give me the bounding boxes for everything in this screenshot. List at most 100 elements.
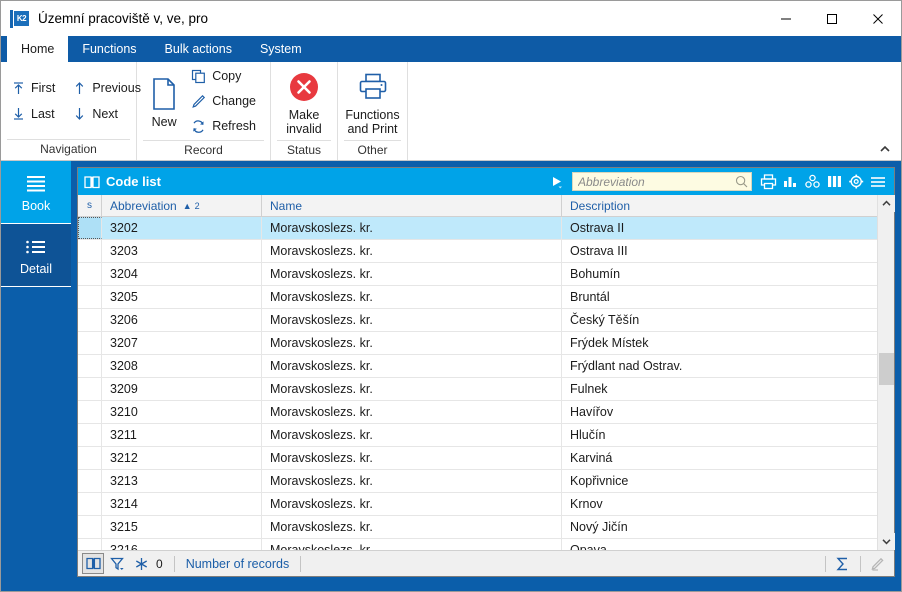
scroll-down-button[interactable] [878, 533, 895, 550]
cell-description[interactable]: Kopřivnice [562, 470, 877, 492]
cell-description[interactable]: Krnov [562, 493, 877, 515]
cell-selector[interactable] [78, 401, 102, 423]
next-button[interactable]: Next [66, 101, 146, 127]
cell-description[interactable]: Opava [562, 539, 877, 550]
cell-description[interactable]: Ostrava II [562, 217, 877, 239]
cell-abbreviation[interactable]: 3207 [102, 332, 262, 354]
cell-name[interactable]: Moravskoslezs. kr. [262, 240, 562, 262]
cell-abbreviation[interactable]: 3209 [102, 378, 262, 400]
table-row[interactable]: 3211Moravskoslezs. kr.Hlučín [78, 424, 877, 447]
table-row[interactable]: 3204Moravskoslezs. kr.Bohumín [78, 263, 877, 286]
cell-abbreviation[interactable]: 3214 [102, 493, 262, 515]
cell-selector[interactable] [78, 447, 102, 469]
cell-name[interactable]: Moravskoslezs. kr. [262, 493, 562, 515]
cell-name[interactable]: Moravskoslezs. kr. [262, 539, 562, 550]
cell-name[interactable]: Moravskoslezs. kr. [262, 286, 562, 308]
cell-selector[interactable] [78, 493, 102, 515]
cell-abbreviation[interactable]: 3204 [102, 263, 262, 285]
table-row[interactable]: 3209Moravskoslezs. kr.Fulnek [78, 378, 877, 401]
cell-abbreviation[interactable]: 3202 [102, 217, 262, 239]
cell-selector[interactable] [78, 424, 102, 446]
table-row[interactable]: 3207Moravskoslezs. kr.Frýdek Místek [78, 332, 877, 355]
table-row[interactable]: 3206Moravskoslezs. kr.Český Těšín [78, 309, 877, 332]
number-of-records-label[interactable]: Number of records [180, 557, 296, 571]
ribbon-collapse-button[interactable] [875, 140, 895, 158]
cell-description[interactable]: Hlučín [562, 424, 877, 446]
filter-button[interactable] [106, 553, 128, 574]
scrollbar-thumb[interactable] [879, 353, 894, 385]
cell-name[interactable]: Moravskoslezs. kr. [262, 263, 562, 285]
cell-abbreviation[interactable]: 3211 [102, 424, 262, 446]
cell-name[interactable]: Moravskoslezs. kr. [262, 516, 562, 538]
cell-abbreviation[interactable]: 3212 [102, 447, 262, 469]
column-header-name[interactable]: Name [262, 195, 562, 216]
search-input[interactable] [578, 175, 733, 189]
search-box[interactable] [572, 172, 752, 191]
cell-abbreviation[interactable]: 3206 [102, 309, 262, 331]
tab-functions[interactable]: Functions [68, 36, 150, 62]
table-row[interactable]: 3208Moravskoslezs. kr.Frýdlant nad Ostra… [78, 355, 877, 378]
cell-selector[interactable] [78, 240, 102, 262]
column-header-abbreviation[interactable]: Abbreviation ▲ 2 [102, 195, 262, 216]
cell-name[interactable]: Moravskoslezs. kr. [262, 332, 562, 354]
cell-abbreviation[interactable]: 3210 [102, 401, 262, 423]
cell-description[interactable]: Český Těšín [562, 309, 877, 331]
last-button[interactable]: Last [5, 101, 60, 127]
cell-name[interactable]: Moravskoslezs. kr. [262, 355, 562, 377]
maximize-button[interactable] [809, 1, 855, 36]
cluster-icon[interactable] [802, 171, 822, 193]
table-row[interactable]: 3216Moravskoslezs. kr.Opava [78, 539, 877, 550]
cell-selector[interactable] [78, 309, 102, 331]
cell-name[interactable]: Moravskoslezs. kr. [262, 470, 562, 492]
table-row[interactable]: 3203Moravskoslezs. kr.Ostrava III [78, 240, 877, 263]
cell-selector[interactable] [78, 217, 102, 239]
magnifier-icon[interactable] [733, 175, 749, 188]
table-row[interactable]: 3212Moravskoslezs. kr.Karviná [78, 447, 877, 470]
table-row[interactable]: 3210Moravskoslezs. kr.Havířov [78, 401, 877, 424]
cell-name[interactable]: Moravskoslezs. kr. [262, 424, 562, 446]
cell-selector[interactable] [78, 286, 102, 308]
column-header-description[interactable]: Description [562, 195, 877, 216]
cell-name[interactable]: Moravskoslezs. kr. [262, 378, 562, 400]
sidebar-item-book[interactable]: Book [1, 161, 71, 224]
cell-selector[interactable] [78, 355, 102, 377]
edit-button[interactable] [866, 553, 888, 574]
cell-name[interactable]: Moravskoslezs. kr. [262, 217, 562, 239]
gear-icon[interactable] [846, 171, 866, 193]
cell-description[interactable]: Ostrava III [562, 240, 877, 262]
copy-button[interactable]: Copy [183, 64, 262, 89]
play-triangle-icon[interactable] [546, 171, 568, 193]
first-button[interactable]: First [5, 75, 60, 101]
table-row[interactable]: 3215Moravskoslezs. kr.Nový Jičín [78, 516, 877, 539]
scroll-up-button[interactable] [878, 195, 895, 212]
previous-button[interactable]: Previous [66, 75, 146, 101]
hamburger-menu-icon[interactable] [868, 171, 888, 193]
cell-selector[interactable] [78, 470, 102, 492]
refresh-button[interactable]: Refresh [183, 114, 262, 139]
cell-abbreviation[interactable]: 3203 [102, 240, 262, 262]
cell-selector[interactable] [78, 539, 102, 550]
cell-description[interactable]: Karviná [562, 447, 877, 469]
snowflake-button[interactable] [130, 553, 152, 574]
change-button[interactable]: Change [183, 89, 262, 114]
table-row[interactable]: 3205Moravskoslezs. kr.Bruntál [78, 286, 877, 309]
tab-home[interactable]: Home [7, 36, 68, 62]
book-view-toggle[interactable] [82, 553, 104, 574]
table-row[interactable]: 3202Moravskoslezs. kr.Ostrava II [78, 217, 877, 240]
chart-bars-icon[interactable] [780, 171, 800, 193]
print-icon[interactable] [758, 171, 778, 193]
cell-name[interactable]: Moravskoslezs. kr. [262, 401, 562, 423]
cell-description[interactable]: Havířov [562, 401, 877, 423]
cell-description[interactable]: Frýdlant nad Ostrav. [562, 355, 877, 377]
make-invalid-button[interactable]: Make invalid [271, 62, 337, 140]
columns-icon[interactable] [824, 171, 844, 193]
functions-and-print-button[interactable]: Functions and Print [338, 62, 407, 140]
cell-selector[interactable] [78, 332, 102, 354]
cell-description[interactable]: Bohumín [562, 263, 877, 285]
cell-name[interactable]: Moravskoslezs. kr. [262, 309, 562, 331]
cell-abbreviation[interactable]: 3215 [102, 516, 262, 538]
cell-selector[interactable] [78, 263, 102, 285]
cell-abbreviation[interactable]: 3205 [102, 286, 262, 308]
cell-selector[interactable] [78, 516, 102, 538]
sum-button[interactable] [831, 553, 853, 574]
